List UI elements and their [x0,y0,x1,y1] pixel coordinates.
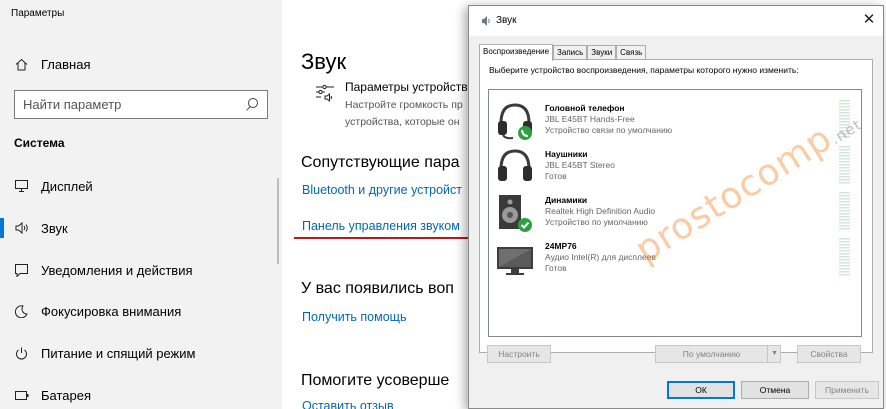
app-title: Параметры [11,8,65,19]
tab-sounds[interactable]: Звуки [587,45,617,60]
sidebar-item-label: Звук [41,220,68,236]
search-input[interactable] [23,97,245,112]
tab-communications[interactable]: Связь [616,45,647,60]
get-help-link[interactable]: Получить помощь [302,310,406,324]
cancel-button[interactable]: Отмена [741,381,809,399]
sidebar-item-label: Уведомления и действия [41,262,193,278]
sound-panel-title[interactable]: Параметры устройств [345,80,468,94]
device-driver: JBL E45BT Hands-Free [545,114,635,124]
notification-icon [15,263,41,277]
dialog-title: Звук [496,15,517,26]
apply-button[interactable]: Применить [815,381,879,399]
bluetooth-link[interactable]: Bluetooth и другие устройст [302,183,462,197]
sidebar-item-label: Батарея [41,387,92,403]
questions-heading: У вас появились воп [301,280,454,297]
set-default-label: По умолчанию [682,349,741,359]
monitor-device-icon [495,239,535,279]
set-default-button[interactable]: По умолчанию ▼ [655,345,781,363]
close-icon[interactable]: ✕ [861,12,877,28]
search-box[interactable] [14,90,268,119]
sound-panel-desc-line: устройства, которые он [345,116,460,128]
device-status: Устройство связи по умолчанию [545,125,673,135]
device-driver: JBL E45BT Stereo [545,160,615,170]
battery-icon [15,390,41,400]
monitor-icon [15,180,41,192]
phone-badge-icon [518,126,532,140]
sidebar-item-display[interactable]: Дисплей [15,175,93,197]
device-status: Устройство по умолчанию [545,217,648,227]
improve-heading: Помогите усоверше [301,372,450,389]
device-name: Головной телефон [545,103,625,113]
chevron-down-icon[interactable]: ▼ [767,346,781,362]
sound-settings-icon [315,83,335,103]
headset-icon [495,101,535,141]
sidebar-item-focus[interactable]: Фокусировка внимания [15,300,181,322]
nav-home-label: Главная [41,56,91,72]
device-name: Динамики [545,195,588,205]
device-name: 24MP76 [545,241,577,251]
home-icon [15,58,41,71]
sidebar-item-battery[interactable]: Батарея [15,384,91,406]
sidebar-item-power[interactable]: Питание и спящий режим [15,342,195,364]
section-title: Система [14,136,65,150]
sound-panel-description: Настройте громкость пр устройства, котор… [345,97,467,131]
speaker-icon [15,222,41,234]
dialog-speaker-icon [481,14,491,26]
sidebar-item-label: Фокусировка внимания [41,303,182,319]
settings-sidebar: Параметры Главная Система Дисплей Звук У… [0,0,282,409]
device-status: Готов [545,263,567,273]
page-title: Звук [301,49,347,74]
moon-icon [15,304,41,318]
sound-control-panel-link[interactable]: Панель управления звуком [302,219,460,233]
sidebar-item-notifications[interactable]: Уведомления и действия [15,259,193,281]
tab-recording[interactable]: Запись [553,45,588,60]
instruction-text: Выберите устройство воспроизведения, пар… [489,65,799,75]
ok-button[interactable]: ОК [667,381,735,399]
properties-button[interactable]: Свойства [797,345,861,363]
related-settings-heading: Сопутствующие пара [301,154,460,171]
sidebar-item-sound[interactable]: Звук [15,217,68,239]
search-icon[interactable] [245,97,259,112]
sidebar-item-label: Питание и спящий режим [41,345,196,361]
sidebar-scrollbar[interactable] [277,178,279,264]
power-icon [15,347,41,360]
speaker-device-icon [495,193,535,233]
volume-meter [839,192,850,230]
nav-home[interactable]: Главная [15,54,90,74]
tab-playback[interactable]: Воспроизведение [479,44,554,61]
sound-panel-desc-line: Настройте громкость пр [345,99,463,111]
volume-meter [839,238,850,276]
feedback-link[interactable]: Оставить отзыв [302,399,394,409]
dialog-tabs: Воспроизведение Запись Звуки Связь [479,44,647,61]
configure-button[interactable]: Настроить [487,345,551,363]
highlight-underline [294,237,474,239]
dialog-titlebar[interactable]: Звук ✕ [469,6,883,36]
device-driver: Realtek High Definition Audio [545,206,656,216]
device-status: Готов [545,171,567,181]
headphones-icon [495,147,535,187]
device-name: Наушники [545,149,588,159]
sidebar-item-label: Дисплей [41,178,93,194]
active-indicator [0,218,4,238]
